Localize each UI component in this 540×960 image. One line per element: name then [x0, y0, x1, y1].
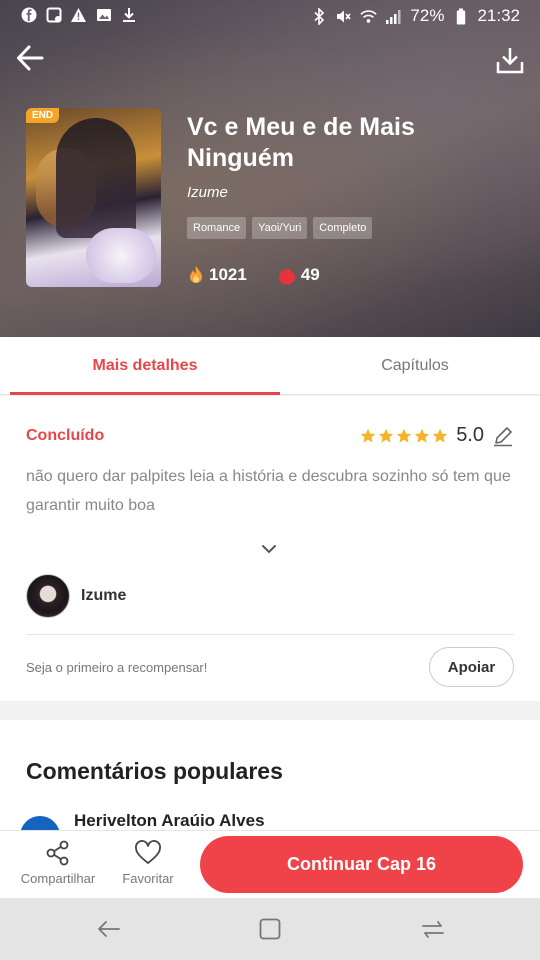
book-description: não quero dar palpites leia a história e…	[26, 468, 511, 514]
favorite-label: Favoritar	[122, 871, 174, 886]
signal-icon	[385, 8, 402, 25]
warning-icon	[70, 6, 87, 23]
share-button[interactable]: Compartilhar	[18, 839, 98, 886]
flame-heart-icon	[278, 267, 295, 285]
star-icon	[396, 428, 412, 443]
book-stats: 1021 49	[187, 265, 320, 285]
tag-completo[interactable]: Completo	[313, 217, 373, 239]
end-badge: END	[26, 108, 60, 123]
avatar	[26, 574, 70, 618]
likes-stat: 49	[277, 265, 320, 285]
book-title: Vc e Meu e de Mais Ninguém	[187, 113, 415, 172]
system-nav-bar	[0, 898, 540, 960]
tag-romance[interactable]: Romance	[187, 217, 247, 239]
expand-description-button[interactable]	[258, 542, 280, 561]
star-icon	[432, 428, 448, 443]
status-bar: 72% 21:32	[0, 0, 540, 34]
favorite-button[interactable]: Favoritar	[116, 839, 180, 886]
author-name: Izume	[81, 587, 127, 604]
rating: 5.0	[360, 424, 514, 447]
comments-title: Comentários populares	[26, 758, 283, 784]
views-count: 1021	[209, 265, 247, 284]
bottom-action-bar: Compartilhar Favoritar Continuar Cap 16	[0, 830, 540, 898]
facebook-icon	[20, 6, 37, 23]
tag-yaoi-yuri[interactable]: Yaoi/Yuri	[252, 217, 308, 239]
author-profile[interactable]: Izume	[26, 574, 126, 618]
mute-icon	[335, 8, 352, 25]
system-back-button[interactable]	[96, 916, 122, 942]
notification-icon	[45, 6, 62, 23]
battery-icon	[452, 8, 469, 25]
continue-reading-button[interactable]: Continuar Cap 16	[200, 836, 523, 893]
share-icon	[46, 840, 69, 866]
download-icon	[120, 6, 137, 23]
chevron-down-icon	[262, 545, 276, 554]
reward-text: Seja o primeiro a recompensar!	[26, 660, 208, 675]
back-arrow-icon	[98, 921, 120, 937]
tab-chapters[interactable]: Capítulos	[280, 337, 540, 395]
image-icon	[95, 6, 112, 23]
back-button[interactable]	[10, 38, 50, 78]
star-icon	[414, 428, 430, 443]
star-icon	[360, 428, 376, 443]
heart-icon	[135, 840, 161, 864]
tab-bar: Mais detalhes Capítulos	[0, 337, 540, 395]
likes-count: 49	[300, 265, 320, 284]
share-label: Compartilhar	[20, 871, 96, 886]
recents-icon	[422, 921, 444, 938]
completion-status: Concluído	[26, 427, 105, 444]
commenter-name[interactable]: Herivelton Araúio Alves	[74, 811, 265, 830]
book-author[interactable]: Izume	[187, 184, 228, 201]
tab-details[interactable]: Mais detalhes	[10, 337, 280, 395]
arrow-left-icon	[17, 45, 44, 71]
book-cover[interactable]: END	[26, 108, 161, 287]
fire-icon	[190, 266, 202, 283]
system-recents-button[interactable]	[420, 916, 446, 942]
home-square-icon	[259, 918, 281, 940]
edit-rating-icon[interactable]	[492, 425, 514, 447]
divider	[26, 634, 514, 635]
commenter-avatar[interactable]	[20, 816, 60, 830]
rating-value: 5.0	[456, 424, 484, 446]
star-icon	[378, 428, 394, 443]
views-stat: 1021	[187, 265, 247, 285]
clock: 21:32	[477, 6, 520, 25]
download-button[interactable]	[490, 40, 530, 80]
battery-percent: 72%	[410, 6, 445, 25]
support-button[interactable]: Apoiar	[429, 647, 514, 687]
wifi-icon	[360, 8, 378, 25]
tag-list: Romance Yaoi/Yuri Completo	[187, 217, 373, 239]
details-panel: Concluído 5.0 não quero dar palpites lei…	[0, 396, 540, 701]
download-icon	[496, 48, 524, 74]
comments-section: Comentários populares Herivelton Araúio …	[0, 720, 540, 830]
bluetooth-icon	[310, 7, 327, 25]
system-home-button[interactable]	[257, 916, 283, 942]
